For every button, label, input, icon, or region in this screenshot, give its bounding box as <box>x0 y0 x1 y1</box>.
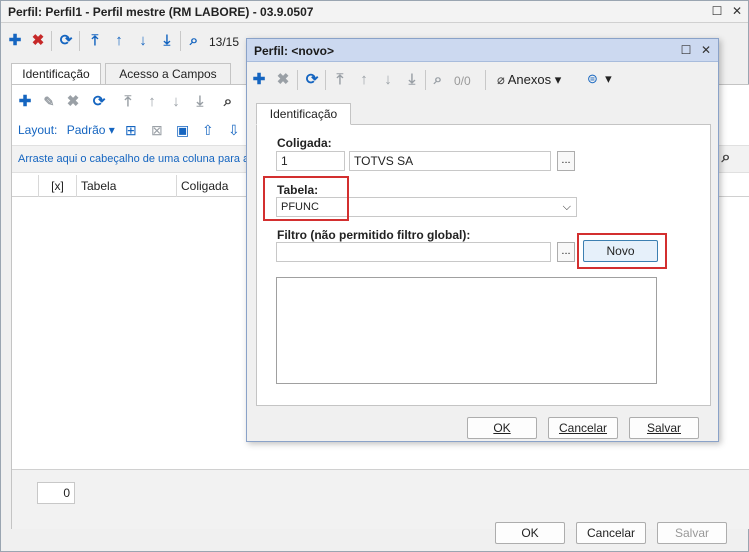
profile-dialog: Perfil: <novo> ☐ ✕ ✚ ✖ ⟳ ⤒ ↑ ↓ ⤓ ⌕ 0/0 ⌀… <box>246 38 719 442</box>
dialog-save-button[interactable]: Salvar <box>629 417 699 439</box>
filtro-browse-button[interactable]: ... <box>557 242 575 262</box>
column-coligada[interactable]: Coligada <box>176 175 256 197</box>
dialog-previous-icon[interactable]: ↑ <box>355 71 373 89</box>
tab-identificacao[interactable]: Identificação <box>11 63 101 85</box>
column-select[interactable]: [x] <box>38 175 76 197</box>
grid-delete-icon[interactable]: ✖ <box>64 93 82 111</box>
layout-new-icon[interactable]: ⊞ <box>125 122 137 139</box>
add-icon[interactable]: ✚ <box>6 32 24 50</box>
grid-add-icon[interactable]: ✚ <box>16 93 34 111</box>
dialog-title: Perfil: <novo> <box>254 44 335 58</box>
main-titlebar: Perfil: Perfil1 - Perfil mestre (RM LABO… <box>1 1 748 23</box>
dialog-last-icon[interactable]: ⤓ <box>403 71 421 89</box>
dialog-close-icon[interactable]: ✕ <box>698 42 714 58</box>
next-record-icon[interactable]: ↓ <box>134 32 152 50</box>
close-icon[interactable]: ✕ <box>729 3 745 19</box>
footer-count-field[interactable]: 0 <box>37 482 75 504</box>
layout-select[interactable]: Padrão ▾ <box>67 123 115 137</box>
dialog-next-icon[interactable]: ↓ <box>379 71 397 89</box>
dialog-search-icon[interactable]: ⌕ <box>429 71 447 89</box>
coligada-name-field[interactable]: TOTVS SA <box>349 151 551 171</box>
layout-save-icon[interactable]: ▣ <box>176 122 189 139</box>
dialog-add-icon[interactable]: ✚ <box>250 71 268 89</box>
previous-record-icon[interactable]: ↑ <box>110 32 128 50</box>
attachments-menu[interactable]: ⌀ Anexos ▾ <box>497 72 561 88</box>
dialog-cancel-button[interactable]: Cancelar <box>548 417 618 439</box>
dialog-delete-icon[interactable]: ✖ <box>274 71 292 89</box>
search-icon[interactable]: ⌕ <box>185 32 203 50</box>
column-tabela[interactable]: Tabela <box>76 175 176 197</box>
delete-icon[interactable]: ✖ <box>29 32 47 50</box>
grid-next-icon[interactable]: ↓ <box>167 93 185 111</box>
maximize-icon[interactable]: ☐ <box>709 3 725 19</box>
tab-acesso-campos[interactable]: Acesso a Campos <box>105 63 231 85</box>
grid-first-icon[interactable]: ⤒ <box>119 93 137 111</box>
paperclip-icon: ⌀ <box>497 72 505 87</box>
save-button[interactable]: Salvar <box>657 522 727 544</box>
first-record-icon[interactable]: ⤒ <box>86 32 104 50</box>
chevron-down-icon: ⌵ <box>562 201 571 213</box>
grid-previous-icon[interactable]: ↑ <box>143 93 161 111</box>
layout-import-icon[interactable]: ⇩ <box>228 122 240 139</box>
dialog-titlebar: Perfil: <novo> ☐ ✕ <box>247 39 718 62</box>
dialog-refresh-icon[interactable]: ⟳ <box>303 71 321 89</box>
dialog-record-counter: 0/0 <box>454 74 471 88</box>
layout-delete-icon[interactable]: ⊠ <box>151 122 163 139</box>
grid-find-icon[interactable]: ⌕ <box>717 149 735 167</box>
tabela-highlight <box>263 176 349 221</box>
ok-button[interactable]: OK <box>495 522 565 544</box>
dialog-first-icon[interactable]: ⤒ <box>331 71 349 89</box>
record-counter: 13/15 <box>209 35 240 49</box>
coligada-code-field[interactable]: 1 <box>276 151 345 171</box>
window-title: Perfil: Perfil1 - Perfil mestre (RM LABO… <box>8 5 314 19</box>
grid-refresh-icon[interactable]: ⟳ <box>90 93 108 111</box>
filtro-label: Filtro (não permitido filtro global): <box>277 228 471 242</box>
grid-search-icon[interactable]: ⌕ <box>219 93 237 111</box>
dialog-ok-button[interactable]: OK <box>467 417 537 439</box>
refresh-icon[interactable]: ⟳ <box>57 32 75 50</box>
last-record-icon[interactable]: ⤓ <box>158 32 176 50</box>
settings-menu[interactable]: ⊜ ▾ <box>587 71 612 87</box>
coligada-label: Coligada: <box>277 136 332 150</box>
layout-label: Layout: <box>18 123 58 137</box>
layout-export-icon[interactable]: ⇧ <box>202 122 214 139</box>
novo-highlight <box>577 233 667 269</box>
grid-last-icon[interactable]: ⤓ <box>191 93 209 111</box>
dialog-maximize-icon[interactable]: ☐ <box>678 42 694 58</box>
dialog-tab-identificacao[interactable]: Identificação <box>256 103 351 125</box>
filtro-field[interactable] <box>276 242 551 262</box>
cancel-button[interactable]: Cancelar <box>576 522 646 544</box>
dialog-panel: Coligada: 1 TOTVS SA ... Tabela: PFUNC ⌵… <box>256 124 711 406</box>
grid-footer: 0 <box>12 469 749 529</box>
grid-edit-icon[interactable]: ✎ <box>40 93 58 111</box>
coligada-browse-button[interactable]: ... <box>557 151 575 171</box>
settings-icon: ⊜ <box>587 71 598 86</box>
layout-row: Layout: Padrão ▾ ⊞ ⊠ ▣ ⇧ ⇩ <box>18 122 240 138</box>
dialog-toolbar: ✚ ✖ ⟳ ⤒ ↑ ↓ ⤓ ⌕ 0/0 ⌀ Anexos ▾ ⊜ ▾ <box>247 65 718 95</box>
filtro-memo[interactable] <box>276 277 657 384</box>
